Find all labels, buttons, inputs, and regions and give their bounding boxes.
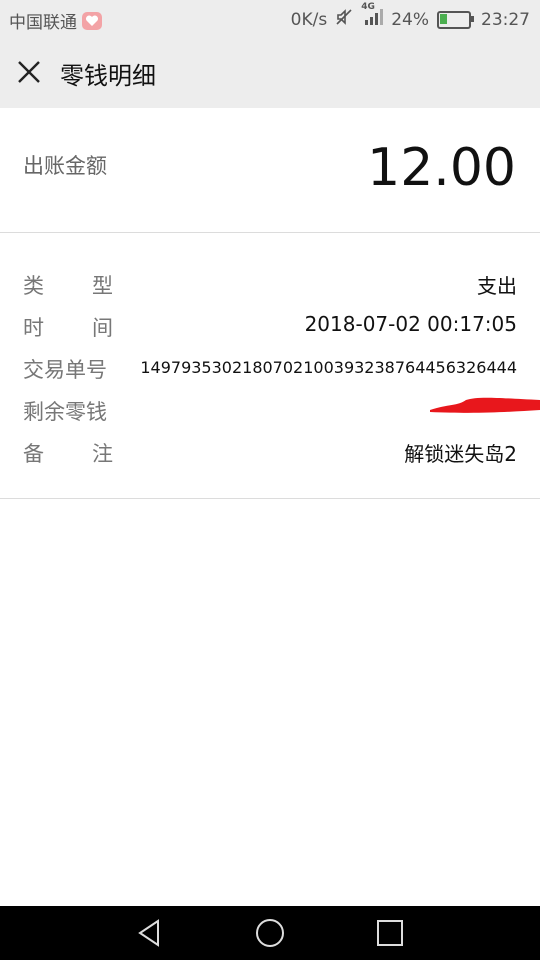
carrier-name: 中国联通 [9, 13, 77, 33]
amount-label: 出账金额 [23, 154, 107, 178]
close-button[interactable] [14, 57, 44, 87]
amount-value: 12.00 [367, 138, 516, 198]
detail-value: 1497935302180702100393238764456326444 [140, 358, 517, 377]
detail-value: 支出 [477, 274, 517, 298]
home-button[interactable] [254, 917, 286, 949]
detail-value: 2018-07-02 00:17:05 [304, 312, 517, 336]
system-nav-bar [0, 906, 540, 960]
heart-icon [82, 11, 102, 30]
close-icon [18, 61, 40, 83]
transaction-details: 类 型 支出 时 间 2018-07-02 00:17:05 交易单号 1497… [0, 232, 540, 499]
home-circle-icon [256, 919, 284, 947]
amount-section: 出账金额 12.00 [0, 108, 540, 233]
detail-label: 备 注 [23, 442, 113, 466]
app-header: 零钱明细 [0, 36, 540, 108]
recents-square-icon [377, 920, 403, 946]
detail-label: 交易单号 [23, 358, 107, 382]
network-type: 4G [361, 2, 375, 12]
detail-label: 时 间 [23, 316, 113, 340]
battery-icon [437, 10, 474, 29]
recents-button[interactable] [374, 917, 406, 949]
detail-label: 剩余零钱 [23, 400, 107, 424]
back-button[interactable] [134, 917, 166, 949]
detail-row-type: 类 型 支出 [0, 264, 540, 304]
detail-value: 解锁迷失岛2 [404, 442, 517, 466]
status-bar: 中国联通 0K/s 4G 24% 23:27 [0, 0, 540, 36]
page-title: 零钱明细 [60, 62, 156, 90]
redaction-mark [430, 397, 540, 413]
detail-row-transaction-id: 交易单号 14979353021807021003932387644563264… [0, 348, 540, 388]
clock: 23:27 [481, 9, 530, 30]
detail-row-time: 时 间 2018-07-02 00:17:05 [0, 306, 540, 346]
battery-percent: 24% [391, 9, 429, 30]
signal-icon: 4G [361, 2, 384, 31]
back-triangle-icon [138, 919, 159, 947]
network-speed: 0K/s [290, 9, 328, 30]
mute-icon [335, 8, 353, 31]
detail-label: 类 型 [23, 274, 113, 298]
detail-row-note: 备 注 解锁迷失岛2 [0, 432, 540, 472]
